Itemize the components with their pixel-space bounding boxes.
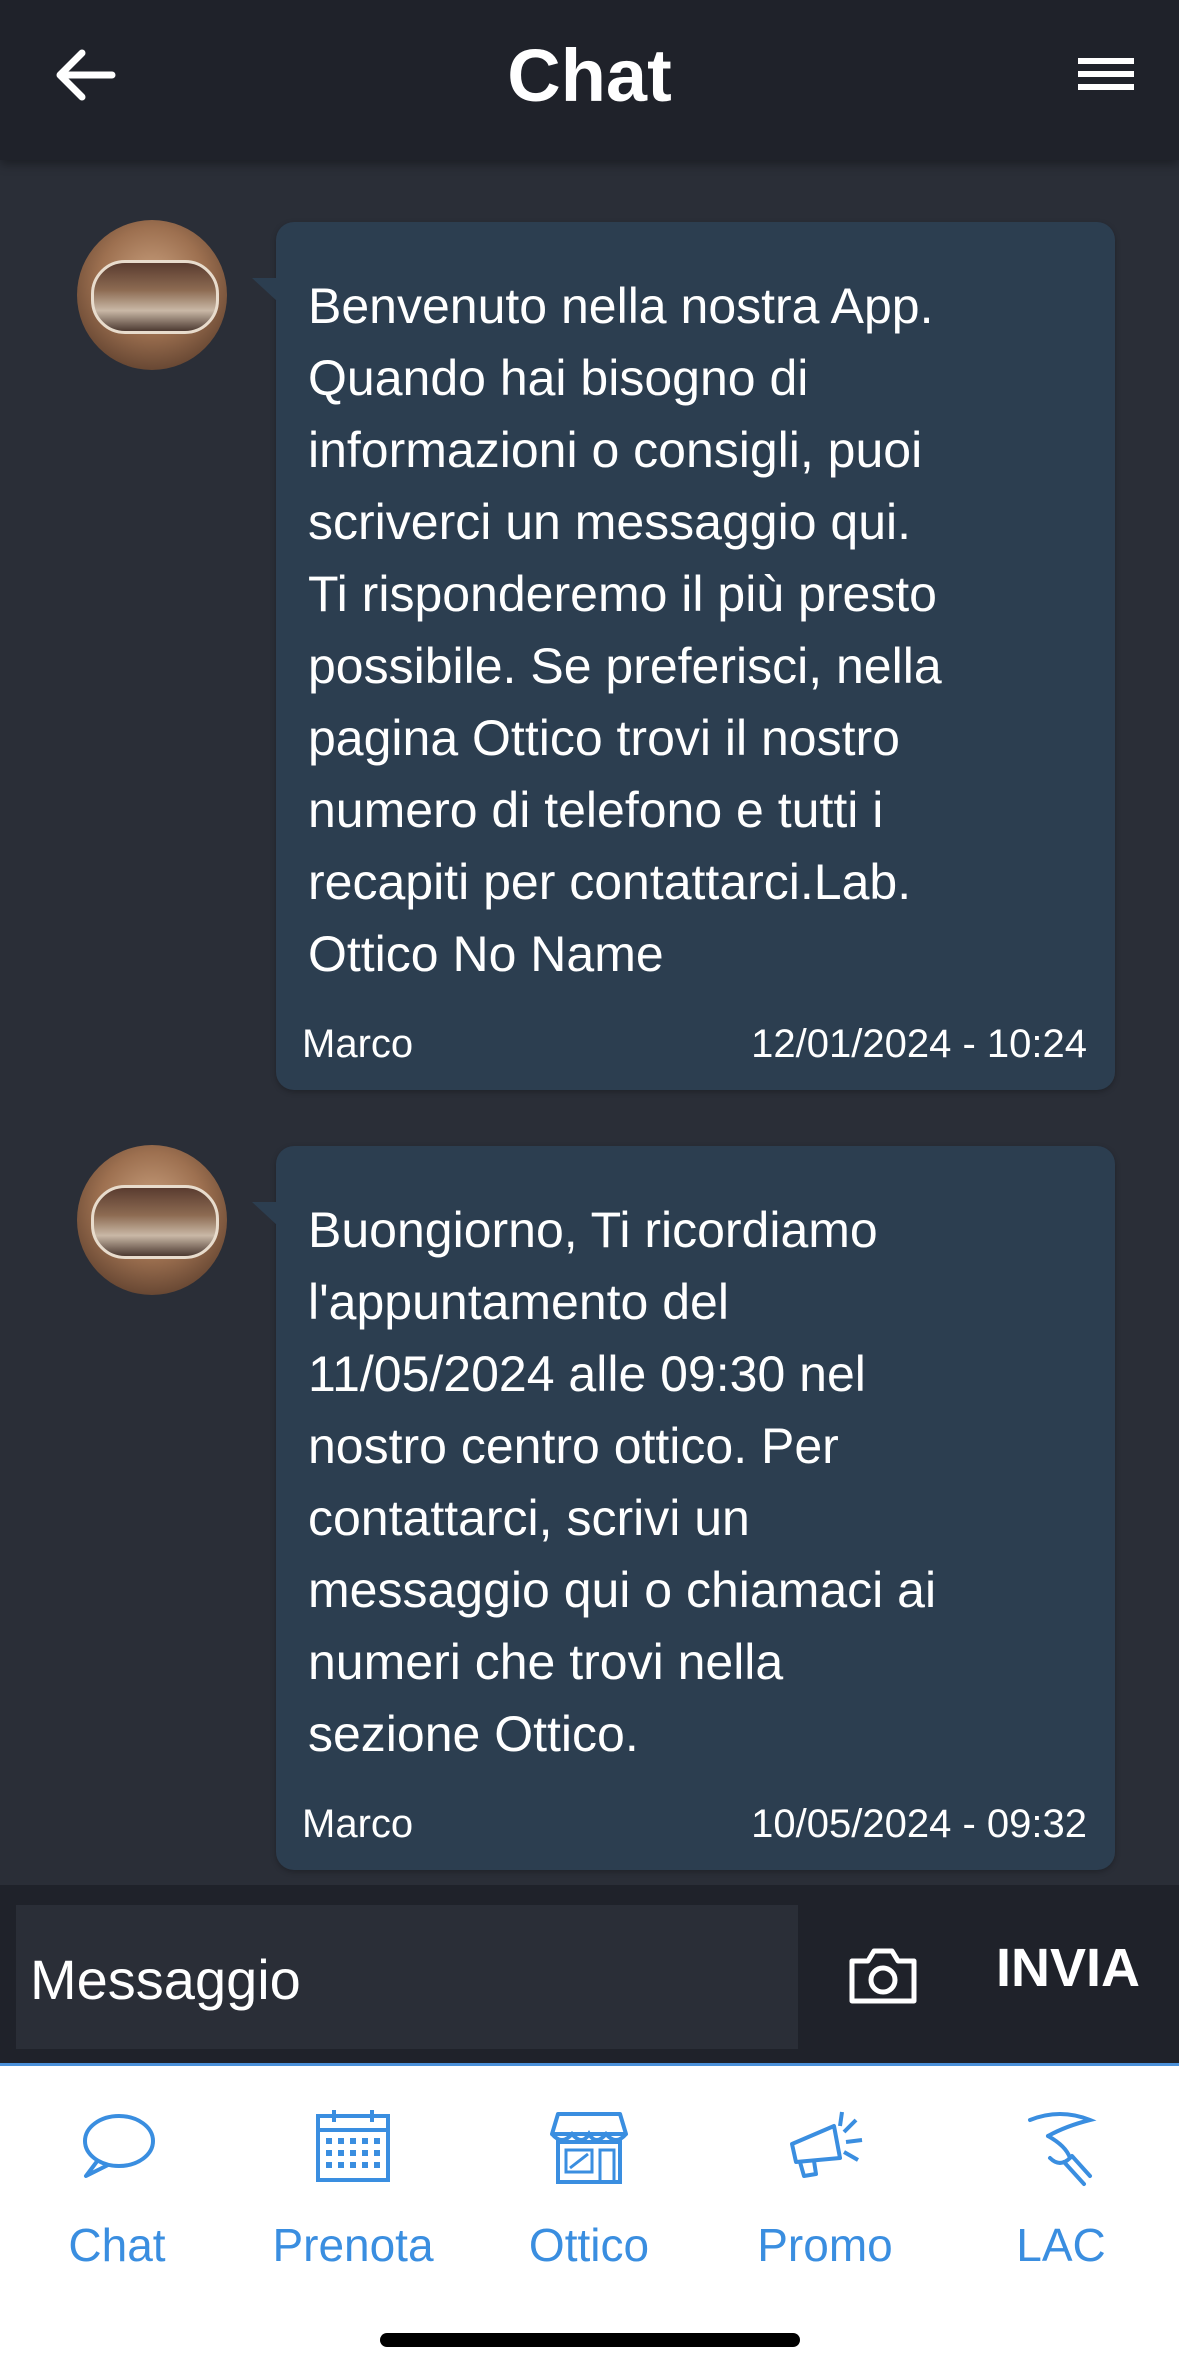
chat-bubble-icon	[83, 2114, 155, 2178]
message-timestamp: 10/05/2024 - 09:32	[751, 1802, 1087, 1846]
contact-lens-icon	[1028, 2112, 1097, 2186]
megaphone-icon	[790, 2111, 863, 2178]
tab-chat[interactable]: Chat	[17, 2106, 217, 2296]
send-button[interactable]: INVIA	[996, 1937, 1140, 1999]
tab-prenota[interactable]: Prenota	[253, 2106, 453, 2296]
calendar-icon	[316, 2110, 390, 2182]
tab-lac-label: LAC	[1016, 2219, 1106, 2271]
sender-avatar	[77, 1145, 227, 1295]
camera-icon[interactable]	[846, 1943, 920, 2007]
hamburger-menu-icon[interactable]	[1070, 44, 1140, 104]
tab-ottico-label: Ottico	[528, 2219, 650, 2271]
tab-ottico[interactable]: Ottico	[489, 2106, 689, 2296]
home-indicator	[380, 2333, 800, 2347]
message-bubble: Buongiorno, Ti ricordiamo l'appuntamento…	[252, 1146, 1115, 1870]
tab-promo-label: Promo	[757, 2219, 893, 2271]
tab-chat-label: Chat	[68, 2219, 166, 2271]
message-input[interactable]: Messaggio	[16, 1905, 798, 2049]
tab-lac[interactable]: LAC	[961, 2106, 1161, 2296]
store-icon	[550, 2112, 628, 2184]
message-sender: Marco	[302, 1802, 414, 1846]
message-input-placeholder: Messaggio	[30, 1948, 301, 2011]
sender-avatar	[77, 220, 227, 370]
message-composer: Messaggio INVIA	[0, 1885, 1179, 2063]
message-timestamp: 12/01/2024 - 10:24	[751, 1022, 1087, 1066]
app-header: Chat	[0, 0, 1179, 160]
message-text: Benvenuto nella nostra App. Quando hai b…	[308, 278, 942, 982]
bottom-tab-bar: Chat Prenota Ottico Promo LAC	[0, 2063, 1179, 2372]
message-sender: Marco	[302, 1022, 414, 1066]
tab-prenota-label: Prenota	[272, 2219, 434, 2271]
message-bubble: Benvenuto nella nostra App. Quando hai b…	[252, 222, 1115, 1090]
message-text: Buongiorno, Ti ricordiamo l'appuntamento…	[308, 1202, 937, 1762]
tab-promo[interactable]: Promo	[725, 2106, 925, 2296]
page-title: Chat	[507, 34, 672, 117]
